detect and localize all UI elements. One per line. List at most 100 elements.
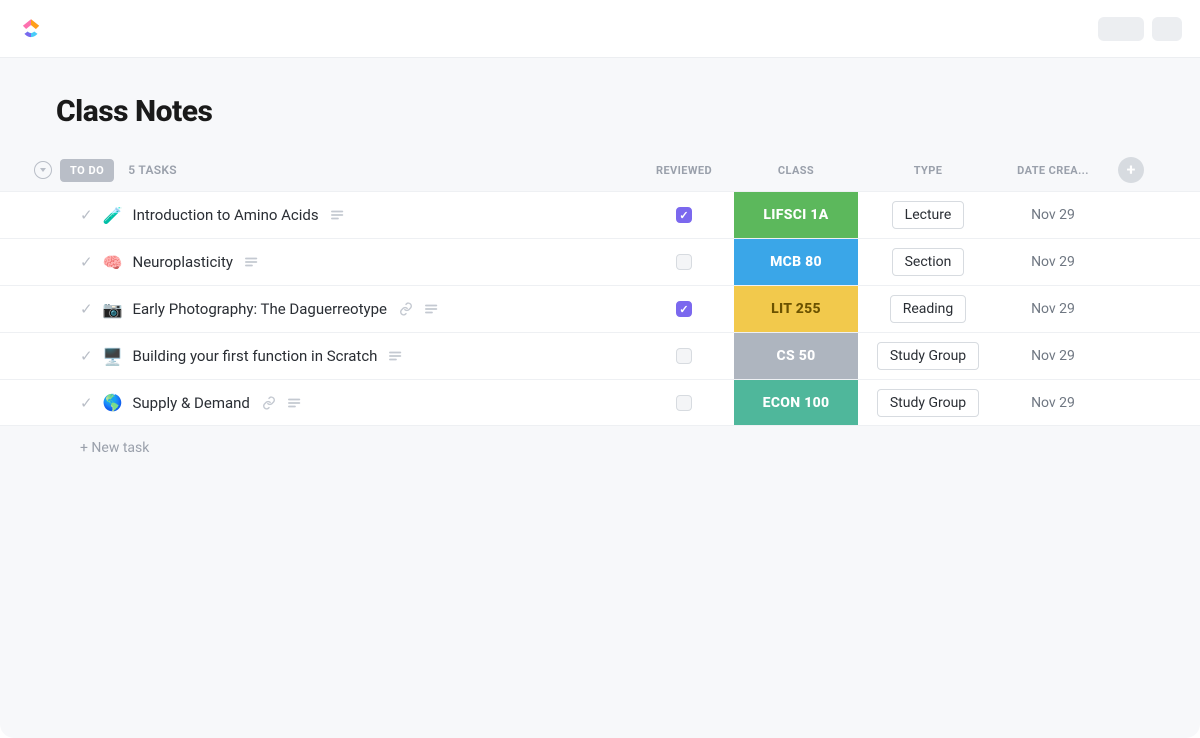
task-row-cells: ECON 100 Study Group Nov 29 [634, 380, 1200, 425]
col-header-class[interactable]: CLASS [734, 164, 858, 177]
description-icon[interactable] [288, 397, 302, 409]
cell-reviewed [634, 286, 734, 332]
task-row-left: ✓ 🧪 Introduction to Amino Acids [0, 192, 634, 238]
description-icon[interactable] [389, 350, 403, 362]
task-row-left: ✓🌎Supply & Demand [0, 380, 634, 425]
col-header-date[interactable]: DATE CREA... [998, 164, 1108, 177]
status-label[interactable]: TO DO [60, 159, 114, 182]
topbar-actions [1098, 17, 1182, 41]
topbar-button-b[interactable] [1152, 17, 1182, 41]
page-title: Class Notes [0, 94, 1200, 153]
reviewed-checkbox[interactable] [676, 301, 692, 317]
task-emoji: 🧪 [103, 206, 123, 225]
task-row-cells: LIFSCI 1A Lecture Nov 29 [634, 192, 1200, 238]
task-emoji: 🖥️ [103, 347, 123, 366]
task-count: 5 TASKS [128, 163, 177, 177]
spacer [1108, 192, 1144, 238]
cell-class: MCB 80 [734, 239, 858, 285]
cell-date: Nov 29 [998, 380, 1108, 425]
content-area: Class Notes TO DO 5 TASKS REVIEWED CLASS… [0, 58, 1200, 738]
task-row[interactable]: ✓ 📷 Early Photography: The Daguerreotype LI… [0, 285, 1200, 332]
type-tag[interactable]: Reading [890, 295, 967, 323]
attachment-link-icon[interactable] [399, 302, 413, 316]
clickup-logo[interactable] [18, 16, 44, 42]
class-pill[interactable]: LIT 255 [734, 286, 858, 332]
task-row-left: ✓ 📷 Early Photography: The Daguerreotype [0, 286, 634, 332]
cell-type: Section [858, 239, 998, 285]
task-row[interactable]: ✓ 🧪 Introduction to Amino Acids LIFSCI 1A Le… [0, 191, 1200, 238]
date-text[interactable]: Nov 29 [1031, 395, 1075, 411]
cell-reviewed [634, 192, 734, 238]
attachment-link-icon[interactable] [262, 396, 276, 410]
cell-class: ECON 100 [734, 380, 858, 425]
checkmark-icon[interactable]: ✓ [80, 253, 93, 271]
cell-date: Nov 29 [998, 239, 1108, 285]
class-pill[interactable]: LIFSCI 1A [734, 192, 858, 238]
reviewed-checkbox[interactable] [676, 395, 692, 411]
new-task-button[interactable]: + New task [0, 426, 1200, 456]
task-title[interactable]: Supply & Demand [133, 394, 250, 412]
type-tag[interactable]: Study Group [877, 389, 979, 417]
col-header-type[interactable]: TYPE [858, 164, 998, 177]
date-text[interactable]: Nov 29 [1031, 254, 1075, 270]
task-emoji: 📷 [103, 300, 123, 319]
task-title[interactable]: Building your first function in Scratch [133, 347, 378, 365]
date-text[interactable]: Nov 29 [1031, 301, 1075, 317]
reviewed-checkbox[interactable] [676, 348, 692, 364]
task-row[interactable]: ✓ 🖥️ Building your first function in Scrat… [0, 332, 1200, 379]
topbar [0, 0, 1200, 58]
cell-date: Nov 29 [998, 286, 1108, 332]
spacer [1108, 239, 1144, 285]
task-title[interactable]: Early Photography: The Daguerreotype [133, 300, 388, 318]
task-emoji: 🧠 [103, 253, 123, 272]
spacer [1108, 333, 1144, 379]
checkmark-icon[interactable]: ✓ [80, 394, 93, 412]
task-row-left: ✓ 🖥️ Building your first function in Scrat… [0, 333, 634, 379]
task-row[interactable]: ✓🌎Supply & Demand ECON 100 Study Group Nov … [0, 379, 1200, 426]
type-tag[interactable]: Lecture [892, 201, 965, 229]
class-pill[interactable]: ECON 100 [734, 380, 858, 425]
class-pill[interactable]: MCB 80 [734, 239, 858, 285]
type-tag[interactable]: Section [892, 248, 965, 276]
task-row-left: ✓ 🧠 Neuroplasticity [0, 239, 634, 285]
task-row-cells: LIT 255 Reading Nov 29 [634, 286, 1200, 332]
cell-reviewed [634, 239, 734, 285]
cell-type: Lecture [858, 192, 998, 238]
task-title[interactable]: Introduction to Amino Acids [133, 206, 319, 224]
cell-class: LIT 255 [734, 286, 858, 332]
cell-class: LIFSCI 1A [734, 192, 858, 238]
task-row-cells: MCB 80 Section Nov 29 [634, 239, 1200, 285]
chevron-down-icon [40, 168, 46, 172]
task-row[interactable]: ✓ 🧠 Neuroplasticity MCB 80 Section Nov 29 [0, 238, 1200, 285]
checkmark-icon[interactable]: ✓ [80, 347, 93, 365]
checkmark-icon[interactable]: ✓ [80, 206, 93, 224]
add-column-button[interactable] [1118, 157, 1144, 183]
cell-type: Study Group [858, 380, 998, 425]
app-frame: Class Notes TO DO 5 TASKS REVIEWED CLASS… [0, 0, 1200, 738]
topbar-button-a[interactable] [1098, 17, 1144, 41]
reviewed-checkbox[interactable] [676, 207, 692, 223]
description-icon[interactable] [425, 303, 439, 315]
col-header-reviewed[interactable]: REVIEWED [634, 164, 734, 177]
date-text[interactable]: Nov 29 [1031, 348, 1075, 364]
cell-date: Nov 29 [998, 333, 1108, 379]
cell-reviewed [634, 380, 734, 425]
task-row-cells: CS 50 Study Group Nov 29 [634, 333, 1200, 379]
spacer [1108, 380, 1144, 425]
description-icon[interactable] [331, 209, 345, 221]
collapse-toggle[interactable] [34, 161, 52, 179]
cell-type: Study Group [858, 333, 998, 379]
class-pill[interactable]: CS 50 [734, 333, 858, 379]
description-icon[interactable] [245, 256, 259, 268]
cell-type: Reading [858, 286, 998, 332]
group-header: TO DO 5 TASKS REVIEWED CLASS TYPE DATE C… [0, 153, 1200, 187]
task-title[interactable]: Neuroplasticity [133, 253, 233, 271]
type-tag[interactable]: Study Group [877, 342, 979, 370]
reviewed-checkbox[interactable] [676, 254, 692, 270]
column-headers: REVIEWED CLASS TYPE DATE CREA... [634, 153, 1144, 187]
spacer [1108, 286, 1144, 332]
date-text[interactable]: Nov 29 [1031, 207, 1075, 223]
cell-date: Nov 29 [998, 192, 1108, 238]
cell-class: CS 50 [734, 333, 858, 379]
checkmark-icon[interactable]: ✓ [80, 300, 93, 318]
